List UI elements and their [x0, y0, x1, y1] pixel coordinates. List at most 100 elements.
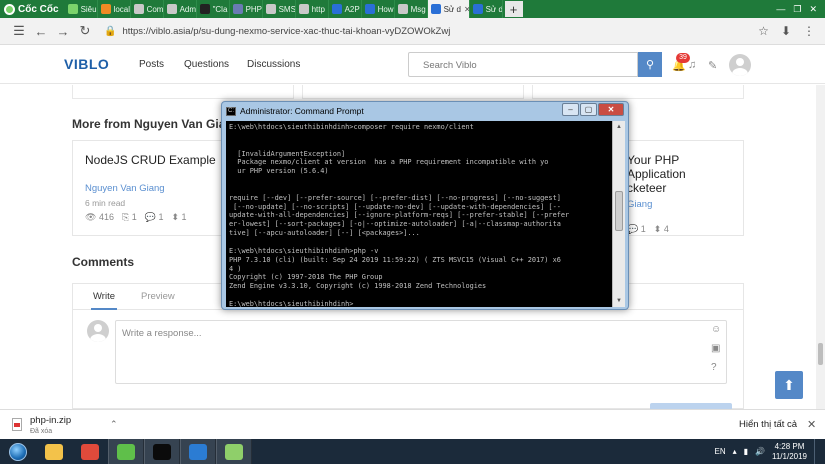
- cmd-app[interactable]: [144, 439, 180, 464]
- bookmark-star-icon[interactable]: ☆: [758, 24, 769, 38]
- article-title[interactable]: Your PHP Application: [627, 153, 731, 181]
- clock-date: 11/1/2019: [772, 451, 807, 461]
- vote-icon: ⬍: [653, 224, 662, 234]
- close-icon[interactable]: ✕: [807, 418, 816, 431]
- emoji-icon[interactable]: ☺: [711, 324, 721, 335]
- show-desktop-button[interactable]: [814, 439, 819, 464]
- pencil-icon[interactable]: ✎: [708, 59, 717, 72]
- comment-input[interactable]: Write a response...: [115, 320, 727, 384]
- coccoc-app[interactable]: [108, 439, 144, 464]
- localhost-icon: [100, 4, 111, 14]
- cmd-scroll-thumb[interactable]: [615, 191, 623, 231]
- volume-icon[interactable]: 🔊: [755, 447, 765, 456]
- chrome-app[interactable]: [72, 439, 108, 464]
- address-bar-row: ☰ ← → ↻ 🔒 https://viblo.asia/p/su-dung-n…: [0, 18, 825, 45]
- more-from-author-title: More from Nguyen Van Giang: [72, 117, 241, 131]
- close-icon[interactable]: ✕: [809, 4, 817, 15]
- browser-tab[interactable]: Sử d✕: [427, 0, 470, 18]
- browser-tab[interactable]: How: [362, 0, 395, 18]
- article-title-line2[interactable]: cketeer: [627, 181, 731, 195]
- menu-icon[interactable]: ☰: [8, 23, 30, 39]
- vote-icon: ⬍: [171, 212, 180, 222]
- viblo-icon: [430, 4, 441, 14]
- viblo-logo[interactable]: VIBLO: [64, 56, 109, 72]
- tab-list: Siêu local Com Adm "Cla PHP SMS http A2P How Msg Sử…: [65, 0, 503, 18]
- cmd-icon: C:: [226, 106, 236, 116]
- notepad-app-icon: [225, 443, 243, 460]
- tab-label: How: [377, 4, 394, 14]
- browser-tab[interactable]: http: [296, 0, 329, 18]
- explorer-app[interactable]: [36, 439, 72, 464]
- eye-icon: 👁: [85, 212, 97, 222]
- cmd-maximize-button[interactable]: ▢: [580, 103, 597, 116]
- new-tab-button[interactable]: +: [504, 1, 523, 17]
- download-icon[interactable]: ⬇: [781, 24, 791, 38]
- chrome-app-icon: [81, 443, 99, 460]
- notifications-icon[interactable]: ♫: [688, 59, 696, 71]
- page-scroll-thumb[interactable]: [818, 343, 823, 365]
- browser-tab[interactable]: SMS: [263, 0, 296, 18]
- back-icon[interactable]: ←: [30, 24, 52, 39]
- network-icon[interactable]: ▮: [744, 447, 748, 456]
- browser-tab[interactable]: Siêu: [65, 0, 98, 18]
- image-icon[interactable]: ▣: [711, 343, 720, 354]
- console-line: E:\web\htdocs\sieuthibinhdinh>_: [229, 299, 358, 307]
- coccoc-logo[interactable]: Cốc Cốc: [0, 0, 65, 18]
- browser-tab[interactable]: Msg: [395, 0, 428, 18]
- reload-icon[interactable]: ↻: [74, 23, 96, 39]
- browser-tab[interactable]: Com: [131, 0, 164, 18]
- cmd-close-button[interactable]: ✕: [598, 103, 624, 116]
- nav-discussions[interactable]: Discussions: [247, 59, 300, 70]
- tab-write[interactable]: Write: [91, 283, 117, 310]
- nav-posts[interactable]: Posts: [139, 59, 164, 70]
- console-line: 4 ): [229, 264, 242, 273]
- extensions-icon[interactable]: ⋮: [803, 24, 815, 38]
- coccoc-icon: [4, 3, 15, 15]
- tray-arrow-icon[interactable]: ▴: [733, 447, 737, 456]
- search-icon: ⚲: [645, 59, 655, 71]
- comments-title: Comments: [72, 255, 135, 269]
- comments-stat: 💬 1: [627, 224, 646, 234]
- cmd-scrollbar[interactable]: ▲ ▼: [612, 121, 625, 307]
- vscode-app[interactable]: [180, 439, 216, 464]
- show-all-downloads-link[interactable]: Hiển thị tất cả: [739, 419, 797, 430]
- article-author[interactable]: Giang: [627, 199, 731, 210]
- forward-icon[interactable]: →: [52, 24, 74, 39]
- browser-tab[interactable]: A2P: [329, 0, 362, 18]
- explorer-app-icon: [45, 443, 63, 460]
- console-line: require [--dev] [--prefer-source] [--pre…: [229, 193, 561, 202]
- admin-icon: [166, 4, 177, 14]
- chevron-up-icon[interactable]: ⌃: [110, 419, 118, 430]
- url-field[interactable]: 🔒 https://viblo.asia/p/su-dung-nexmo-ser…: [104, 21, 674, 41]
- scroll-down-arrow-icon[interactable]: ▼: [613, 295, 625, 307]
- browser-tab[interactable]: PHP: [230, 0, 263, 18]
- download-filename[interactable]: php-in.zip: [30, 415, 71, 426]
- start-button[interactable]: [0, 439, 36, 464]
- system-tray: EN ▴ ▮ 🔊 4:28 PM 11/1/2019: [714, 439, 825, 464]
- search-input[interactable]: Search Viblo: [408, 52, 638, 77]
- nav-questions[interactable]: Questions: [184, 59, 229, 70]
- user-avatar[interactable]: [729, 54, 751, 76]
- window-controls: — ❐ ✕: [776, 4, 825, 15]
- scroll-to-top-button[interactable]: ⬆: [775, 371, 803, 399]
- browser-tab[interactable]: local: [98, 0, 131, 18]
- search-button[interactable]: ⚲: [638, 52, 662, 77]
- minimize-icon[interactable]: —: [776, 4, 785, 14]
- tab-label: Sử d: [485, 4, 503, 14]
- notepad-app[interactable]: [216, 439, 252, 464]
- tab-preview[interactable]: Preview: [141, 291, 175, 302]
- clock[interactable]: 4:28 PM 11/1/2019: [772, 442, 807, 462]
- browser-tab[interactable]: "Cla: [197, 0, 230, 18]
- command-prompt-window[interactable]: C: Administrator: Command Prompt – ▢ ✕ E…: [221, 101, 629, 310]
- cmd-console-output[interactable]: E:\web\htdocs\sieuthibinhdinh>composer r…: [226, 121, 612, 307]
- help-icon[interactable]: ?: [711, 362, 717, 373]
- browser-tab[interactable]: Sử d: [470, 0, 503, 18]
- windows-logo-icon: [9, 442, 27, 461]
- browser-tab[interactable]: Adm: [164, 0, 197, 18]
- article-stats: 💬 1 ⬍ 4: [627, 224, 731, 235]
- cmd-minimize-button[interactable]: –: [562, 103, 579, 116]
- maximize-icon[interactable]: ❐: [793, 4, 801, 15]
- scroll-up-arrow-icon[interactable]: ▲: [613, 121, 625, 133]
- input-language[interactable]: EN: [714, 447, 725, 456]
